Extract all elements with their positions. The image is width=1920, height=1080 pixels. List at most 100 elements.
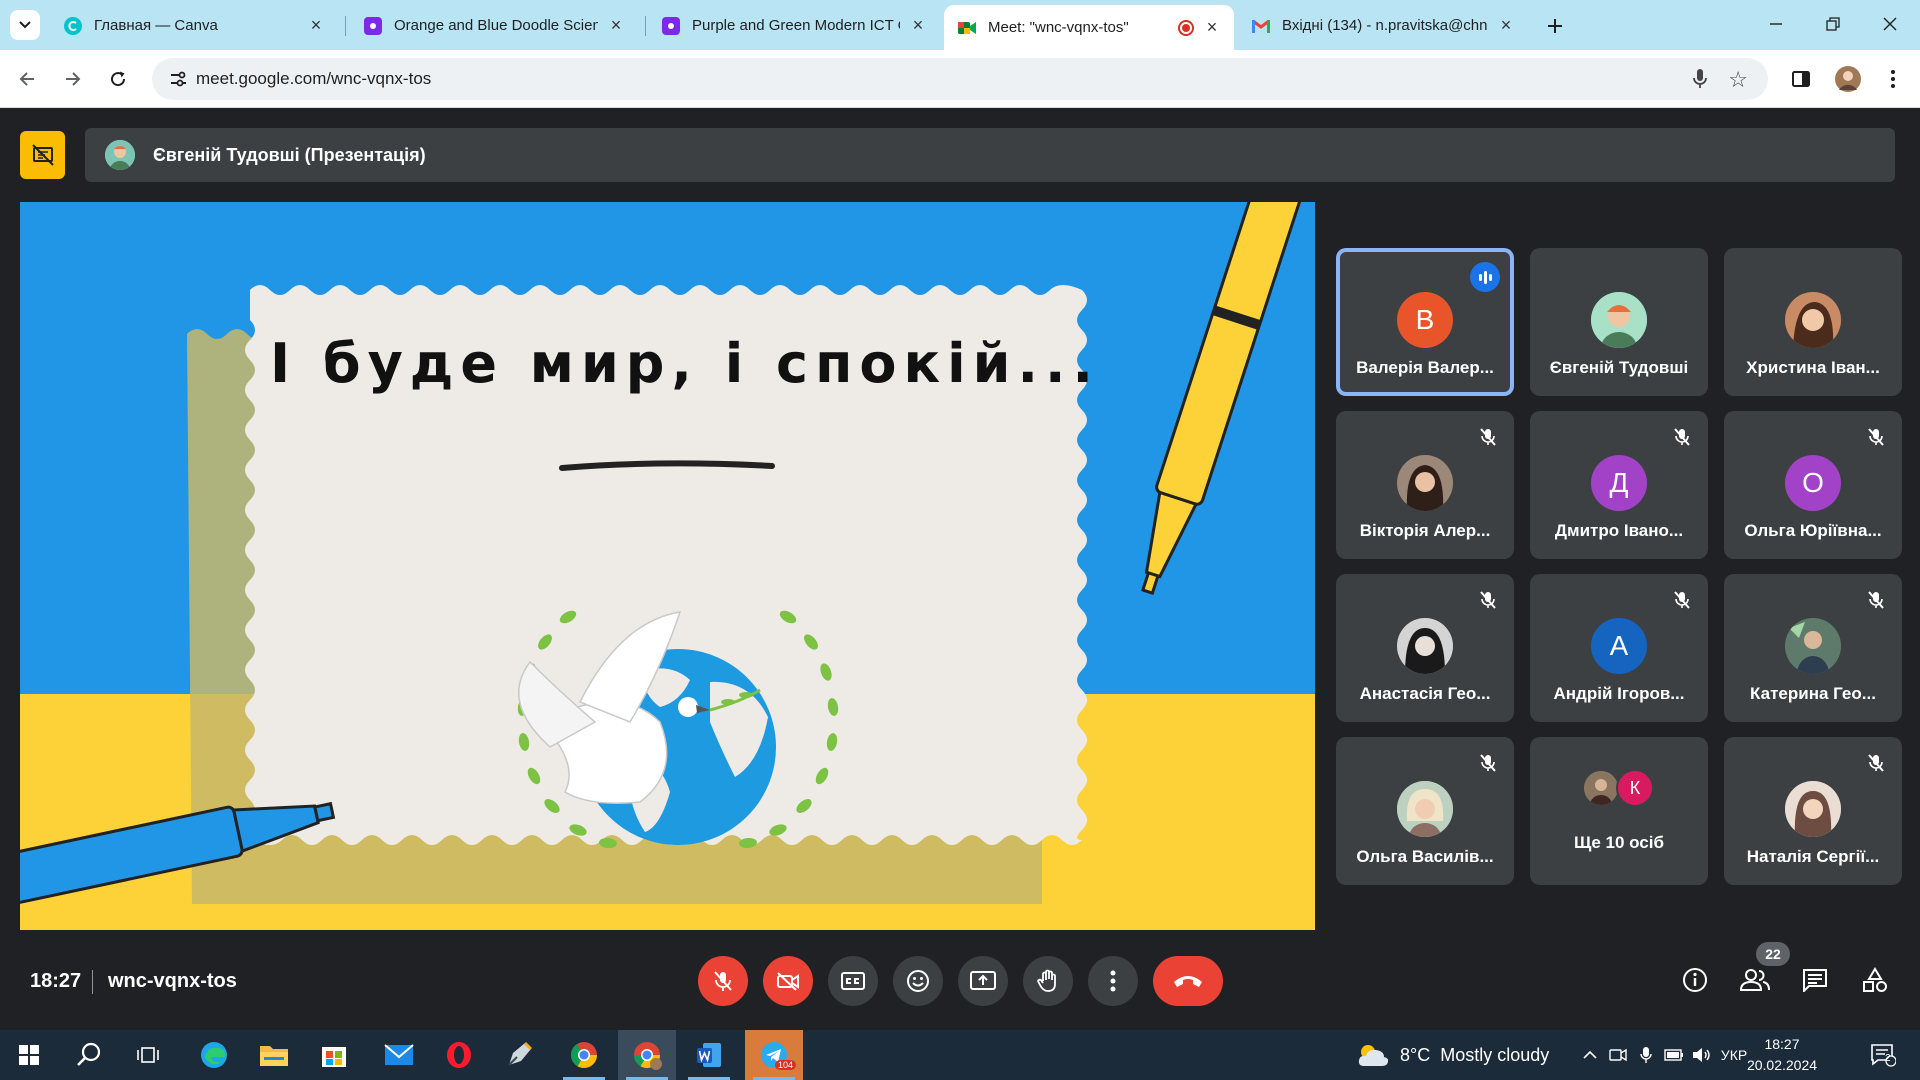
browser-tab-ict[interactable]: Purple and Green Modern ICT C × (648, 7, 940, 44)
weather-widget[interactable]: 8°C Mostly cloudy (1356, 1042, 1549, 1068)
site-info-icon[interactable] (168, 69, 188, 89)
taskbar-app[interactable] (490, 1030, 548, 1080)
chat-button[interactable] (1795, 960, 1835, 1000)
task-view-button[interactable] (120, 1030, 178, 1080)
tab-close-icon[interactable]: × (306, 15, 326, 36)
pen-tool-icon (508, 1041, 533, 1066)
restore-window-button[interactable] (1813, 8, 1853, 40)
address-bar[interactable]: meet.google.com/wnc-vqnx-tos ☆ (152, 58, 1768, 100)
taskbar-telegram[interactable]: 104 (745, 1030, 803, 1080)
tray-volume-icon[interactable] (1690, 1043, 1714, 1067)
more-options-button[interactable] (1088, 956, 1138, 1006)
activities-button[interactable] (1855, 960, 1895, 1000)
participant-tile[interactable]: Д Дмитро Івано... (1530, 411, 1708, 559)
participant-avatar (1785, 781, 1841, 837)
system-clock[interactable]: 18:27 20.02.2024 (1740, 1034, 1824, 1076)
show-hidden-icons-button[interactable] (1578, 1043, 1602, 1067)
browser-menu-button[interactable] (1878, 64, 1908, 94)
browser-tab-meet[interactable]: Meet: "wnc-vqnx-tos" × (944, 5, 1234, 50)
reload-button[interactable] (103, 64, 133, 94)
browser-tab-doodle-science[interactable]: Orange and Blue Doodle Scienc × (350, 7, 638, 44)
notification-center-button[interactable]: 2 (1866, 1043, 1900, 1067)
meet-call-controls-bar: 18:27 wnc-vqnx-tos 22 (0, 930, 1920, 1030)
browser-tab-gmail[interactable]: Вхідні (134) - n.pravitska@chnu × (1238, 7, 1528, 44)
participant-tile[interactable]: А Андрій Ігоров... (1530, 574, 1708, 722)
presentation-mode-button[interactable] (20, 131, 65, 179)
forward-button[interactable] (58, 64, 88, 94)
toggle-camera-button[interactable] (763, 956, 813, 1006)
participant-avatar (1785, 292, 1841, 348)
more-participants-tile[interactable]: К Ще 10 осіб (1530, 737, 1708, 885)
arrow-left-icon (19, 72, 34, 86)
participant-tile[interactable]: Наталія Сергії... (1724, 737, 1902, 885)
microphone-off-icon (714, 971, 732, 991)
presenter-name: Євгеній Тудовші (Презентація) (153, 144, 426, 165)
new-tab-button[interactable] (1541, 12, 1569, 40)
taskbar-opera[interactable] (430, 1030, 488, 1080)
participant-tile[interactable]: Ольга Василів... (1336, 737, 1514, 885)
bookmark-star-icon[interactable]: ☆ (1728, 67, 1748, 93)
tab-close-icon[interactable]: × (1496, 15, 1516, 36)
side-panel-button[interactable] (1786, 64, 1816, 94)
minimize-icon (1770, 23, 1782, 25)
task-view-icon (137, 1047, 159, 1063)
chevron-down-icon (19, 21, 31, 29)
participant-avatar: В (1397, 292, 1453, 348)
arrow-right-icon (66, 72, 81, 86)
tab-search-button[interactable] (10, 10, 40, 40)
taskbar-file-explorer[interactable] (245, 1030, 303, 1080)
minimize-window-button[interactable] (1756, 8, 1796, 40)
browser-toolbar: meet.google.com/wnc-vqnx-tos ☆ (0, 50, 1920, 108)
search-button[interactable] (60, 1030, 118, 1080)
cloudy-weather-icon (1358, 1045, 1389, 1066)
participant-tile[interactable]: Катерина Гео... (1724, 574, 1902, 722)
tray-battery-icon[interactable] (1662, 1043, 1686, 1067)
taskbar-microsoft-store[interactable] (305, 1030, 363, 1080)
captions-button[interactable] (828, 956, 878, 1006)
participant-tile[interactable]: О Ольга Юріївна... (1724, 411, 1902, 559)
leave-call-button[interactable] (1153, 956, 1223, 1006)
url-text[interactable]: meet.google.com/wnc-vqnx-tos (196, 69, 431, 89)
search-icon (77, 1042, 101, 1066)
close-window-button[interactable] (1870, 8, 1910, 40)
participant-tile[interactable]: Вікторія Алер... (1336, 411, 1514, 559)
raise-hand-button[interactable] (1023, 956, 1073, 1006)
taskbar-chrome-profile[interactable] (618, 1030, 676, 1080)
tab-close-icon[interactable]: × (606, 15, 626, 36)
participant-name: Валерія Валер... (1356, 358, 1494, 377)
tab-close-icon[interactable]: × (1202, 17, 1222, 38)
participant-tile[interactable]: В Валерія Валер... (1336, 248, 1514, 396)
voice-search-icon[interactable] (1692, 68, 1708, 90)
participant-avatar (1397, 781, 1453, 837)
taskbar-mail[interactable] (370, 1030, 428, 1080)
taskbar-chrome[interactable] (555, 1030, 613, 1080)
folder-icon (260, 1046, 288, 1066)
tab-close-icon[interactable]: × (908, 15, 928, 36)
participant-tile[interactable]: Євгеній Тудовші (1530, 248, 1708, 396)
present-now-button[interactable] (958, 956, 1008, 1006)
taskbar-edge[interactable] (185, 1030, 243, 1080)
toggle-microphone-button[interactable] (698, 956, 748, 1006)
tray-microphone-icon[interactable] (1634, 1043, 1658, 1067)
close-icon (1883, 17, 1897, 31)
muted-mic-icon (1864, 588, 1888, 612)
profile-avatar[interactable] (1833, 64, 1863, 94)
start-button[interactable] (0, 1030, 58, 1080)
hang-up-icon (1174, 976, 1202, 987)
tray-camera-icon[interactable] (1606, 1043, 1630, 1067)
reactions-button[interactable] (893, 956, 943, 1006)
microphone-icon (1640, 1047, 1652, 1063)
word-icon (697, 1043, 721, 1067)
participant-avatar (1584, 771, 1618, 805)
show-everyone-button[interactable] (1735, 960, 1775, 1000)
participant-tile[interactable]: Анастасія Гео... (1336, 574, 1514, 722)
muted-mic-icon (1864, 425, 1888, 449)
canva-design-icon (662, 16, 680, 35)
info-icon (1683, 968, 1707, 992)
muted-mic-icon (1864, 751, 1888, 775)
meeting-details-button[interactable] (1675, 960, 1715, 1000)
browser-tab-canva-home[interactable]: Главная — Canva × (50, 7, 338, 44)
participant-tile[interactable]: Христина Іван... (1724, 248, 1902, 396)
taskbar-word[interactable] (680, 1030, 738, 1080)
back-button[interactable] (12, 64, 42, 94)
